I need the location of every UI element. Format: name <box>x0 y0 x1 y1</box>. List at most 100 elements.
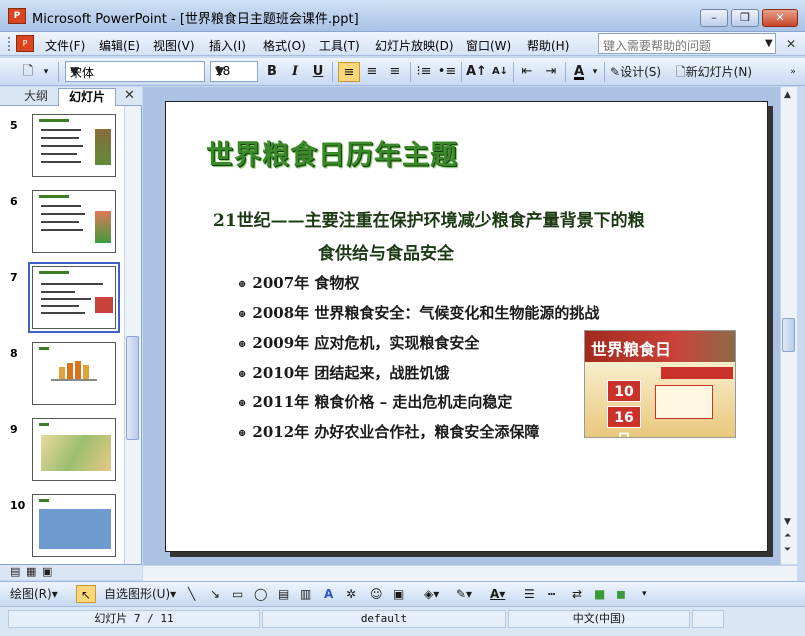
bullet-item[interactable]: ⊕ 2007年 食物权 <box>238 272 359 293</box>
bullet-item[interactable]: ⊕ 2011年 粮食价格 – 走出危机走向稳定 <box>238 391 512 412</box>
powerpoint-app-icon[interactable]: P <box>8 8 26 24</box>
autoshapes-menu-button[interactable]: 自选图形(U)▾ <box>104 585 176 603</box>
thumbnail-scroll-thumb[interactable] <box>126 336 139 440</box>
rectangle-icon[interactable]: ▭ <box>232 585 243 603</box>
help-search-input[interactable]: 键入需要帮助的问题 <box>598 33 776 54</box>
menu-tools[interactable]: 工具(T) <box>319 37 360 54</box>
increase-font-icon[interactable]: A↑ <box>466 62 487 82</box>
textbox-icon[interactable]: ▤ <box>278 585 289 603</box>
line-style-icon[interactable]: ☰ <box>524 585 535 603</box>
shadow-style-icon[interactable]: ■ <box>594 585 605 603</box>
thumbnail-scrollbar[interactable] <box>124 106 141 564</box>
font-size-select[interactable]: 18 ▼ <box>210 61 258 82</box>
close-button[interactable]: ✕ <box>762 9 798 27</box>
scroll-down-icon[interactable]: ▼ <box>784 517 791 527</box>
line-icon[interactable]: ╲ <box>188 585 195 603</box>
bullet-item[interactable]: ⊕ 2008年 世界粮食安全：气候变化和生物能源的挑战 <box>238 302 599 323</box>
slide-lead-line-2[interactable]: 食供给与食品安全 <box>318 239 454 264</box>
bullet-text: 办好农业合作社，粮食安全添保障 <box>314 423 540 441</box>
bullet-text: 食物权 <box>314 274 360 292</box>
bullet-item[interactable]: ⊕ 2009年 应对危机，实现粮食安全 <box>238 332 479 353</box>
menu-format[interactable]: 格式(O) <box>263 37 306 54</box>
font-color-icon[interactable]: A▾ <box>490 585 505 603</box>
3d-style-icon[interactable]: ◼ <box>616 585 626 603</box>
status-language: 中文(中国) <box>508 610 690 628</box>
normal-view-icon[interactable]: ▤ <box>10 565 20 578</box>
toolbar-overflow-icon[interactable]: » <box>786 62 800 82</box>
status-template: default <box>262 610 506 628</box>
bullet-item[interactable]: ⊕ 2012年 办好农业合作社，粮食安全添保障 <box>238 421 539 442</box>
italic-button[interactable]: I <box>286 62 304 82</box>
pane-close-button[interactable]: ✕ <box>124 88 135 103</box>
slide-thumbnail-9[interactable] <box>32 418 116 481</box>
vertical-textbox-icon[interactable]: ▥ <box>300 585 311 603</box>
new-slide-button[interactable]: 🗋新幻灯片(N) <box>676 62 764 82</box>
font-color-icon[interactable]: A <box>570 62 588 82</box>
menu-edit[interactable]: 编辑(E) <box>99 37 140 54</box>
bold-button[interactable]: B <box>263 62 281 82</box>
align-center-button[interactable]: ≡ <box>362 62 382 82</box>
underline-button[interactable]: U <box>309 62 327 82</box>
dash-style-icon[interactable]: ┅ <box>548 585 555 603</box>
decrease-indent-icon[interactable]: ⇤ <box>517 62 537 82</box>
menu-slideshow[interactable]: 幻灯片放映(D) <box>375 37 454 54</box>
slide-scroll-thumb[interactable] <box>782 318 795 352</box>
menu-file[interactable]: 文件(F) <box>45 37 85 54</box>
design-button[interactable]: ✎设计(S) <box>610 62 672 82</box>
select-objects-icon[interactable]: ↖ <box>76 585 96 603</box>
document-icon[interactable]: P <box>16 35 34 52</box>
scroll-up-icon[interactable]: ▲ <box>784 90 791 100</box>
clipart-icon[interactable]: ☺ <box>370 585 383 603</box>
align-right-button[interactable]: ≡ <box>385 62 405 82</box>
numbered-list-icon[interactable]: ⁝≡ <box>414 62 434 82</box>
menu-window[interactable]: 窗口(W) <box>466 37 511 54</box>
bullet-text: 团结起来，战胜饥饿 <box>314 364 450 382</box>
picture-icon[interactable]: ▣ <box>393 585 404 603</box>
slide-lead-line-1[interactable]: 21世纪——主要注重在保护环境减少粮食产量背景下的粮 <box>213 206 645 231</box>
restore-button[interactable]: ❐ <box>731 9 759 27</box>
toolbar-options-icon[interactable]: ▾ <box>40 62 52 82</box>
slideshow-icon[interactable]: ▣ <box>42 565 52 578</box>
diagram-icon[interactable]: ✲ <box>346 585 356 603</box>
oval-icon[interactable]: ◯ <box>254 585 267 603</box>
document-close-button[interactable]: ✕ <box>786 37 796 51</box>
menu-view[interactable]: 视图(V) <box>153 37 195 54</box>
font-select[interactable]: 宋体 ▼ <box>65 61 205 82</box>
slide-sorter-icon[interactable]: ▦ <box>26 565 36 578</box>
slide-thumbnail-10[interactable] <box>32 494 116 557</box>
chevron-down-icon[interactable]: ▾ <box>590 62 600 82</box>
toolbar-options-icon[interactable]: ▾ <box>642 585 647 603</box>
slide-thumbnail-7[interactable] <box>28 262 120 333</box>
increase-indent-icon[interactable]: ⇥ <box>541 62 561 82</box>
minimize-button[interactable]: – <box>700 9 728 27</box>
bulleted-list-icon[interactable]: •≡ <box>437 62 457 82</box>
slide-thumbnail-5[interactable] <box>32 114 116 177</box>
wordart-icon[interactable]: A <box>324 585 333 603</box>
line-color-icon[interactable]: ✎▾ <box>456 585 472 603</box>
thumb-line <box>41 213 85 215</box>
slide-thumbnail-8[interactable] <box>32 342 116 405</box>
world-food-day-poster[interactable]: 世界粮食日 10月 16日 <box>584 330 736 438</box>
bullet-year: 2008年 <box>252 304 310 322</box>
menu-help[interactable]: 帮助(H) <box>527 37 569 54</box>
slide-title[interactable]: 世界粮食日历年主题 <box>206 133 458 172</box>
draw-menu-button[interactable]: 绘图(R)▾ <box>10 585 58 603</box>
new-slide-icon: 🗋 <box>676 65 686 79</box>
menu-insert[interactable]: 插入(I) <box>209 37 246 54</box>
tab-outline[interactable]: 大纲 <box>16 88 56 106</box>
arrow-style-icon[interactable]: ⇄ <box>572 585 582 603</box>
new-document-icon[interactable]: 🗋 <box>18 62 38 82</box>
bullet-item[interactable]: ⊕ 2010年 团结起来，战胜饥饿 <box>238 362 449 383</box>
chevron-down-icon[interactable]: ▼ <box>765 38 773 49</box>
fill-color-icon[interactable]: ◈▾ <box>424 585 439 603</box>
tab-slides[interactable]: 幻灯片 <box>58 88 116 106</box>
slide-thumbnail-6[interactable] <box>32 190 116 253</box>
menu-grip[interactable] <box>8 37 12 51</box>
bullet-icon: ⊕ <box>238 309 247 320</box>
previous-slide-icon[interactable]: ⏶ <box>784 531 791 541</box>
decrease-font-icon[interactable]: A↓ <box>490 62 510 82</box>
next-slide-icon[interactable]: ⏷ <box>784 545 791 555</box>
align-left-button[interactable]: ≡ <box>338 62 360 82</box>
help-placeholder: 键入需要帮助的问题 <box>603 39 712 53</box>
arrow-icon[interactable]: ↘ <box>210 585 220 603</box>
